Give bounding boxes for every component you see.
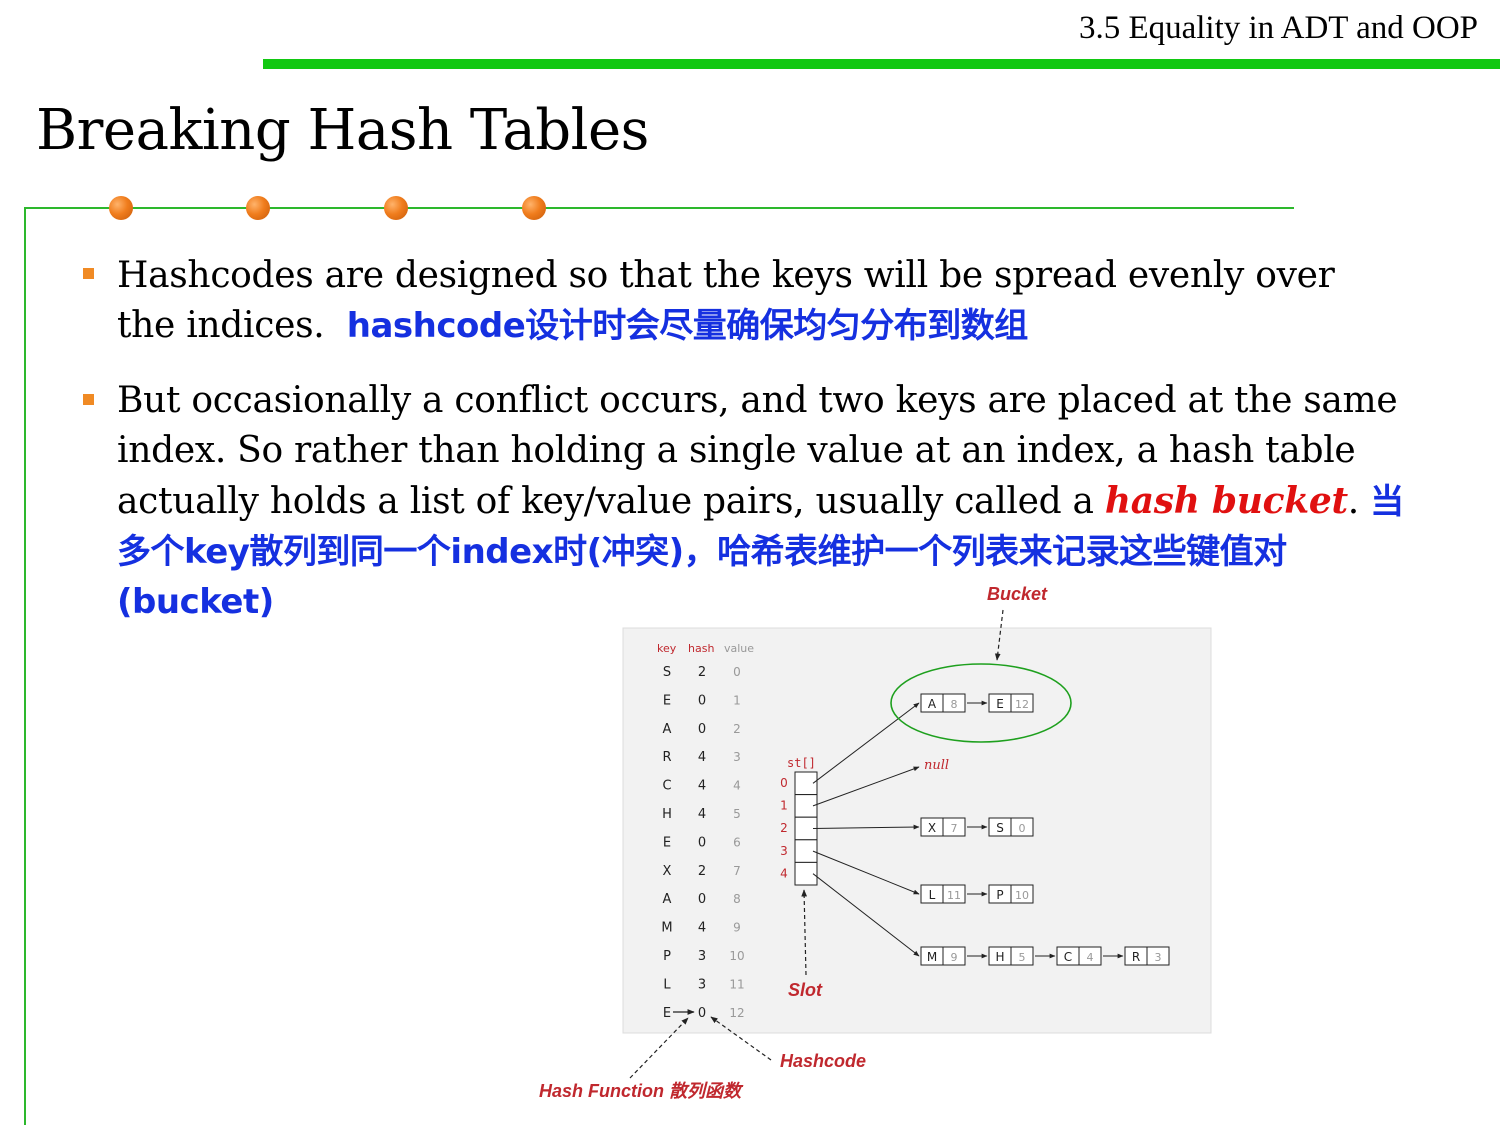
row-key: C: [662, 779, 671, 794]
chain-node-key-text: S: [996, 821, 1004, 835]
chain-node-value-text: 9: [951, 951, 958, 964]
row-value: 0: [733, 665, 741, 679]
diagram-panel: [622, 627, 1212, 1034]
chain-node-value-text: 12: [1015, 698, 1029, 711]
chain-node-key-text: A: [928, 697, 937, 711]
row-key: X: [663, 864, 672, 879]
row-value: 10: [729, 949, 744, 963]
row-key: R: [662, 750, 671, 765]
row-hash: 4: [698, 779, 706, 794]
row-value: 12: [729, 1006, 744, 1020]
slot-label: Slot: [788, 980, 823, 1000]
chain-node-value-text: 11: [947, 889, 961, 902]
chain-node-value-text: 3: [1155, 951, 1162, 964]
row-hash: 2: [698, 665, 706, 680]
array-label: st[]: [787, 756, 816, 770]
row-key: L: [663, 977, 671, 992]
chain-node-key-text: L: [929, 888, 936, 902]
chain-node-value-text: 4: [1087, 951, 1094, 964]
row-key: H: [662, 807, 672, 822]
row-value: 11: [729, 977, 744, 991]
slot-index: 1: [780, 799, 788, 813]
slot-index: 2: [780, 821, 788, 835]
chain-node-key-text: C: [1064, 950, 1072, 964]
hash-function-label: Hash Function 散列函数: [539, 1081, 744, 1101]
row-hash: 4: [698, 921, 706, 936]
chain-node-value-text: 8: [951, 698, 958, 711]
slot-index: 4: [780, 866, 788, 880]
row-key: E: [663, 835, 671, 850]
row-value: 1: [733, 693, 741, 707]
hashcode-label: Hashcode: [780, 1051, 866, 1071]
bucket-label: Bucket: [987, 584, 1048, 604]
hash-table-diagram: key hash value S 2 0 E 0 1 A 0 2 R 4 3 C 4 4 H 4 5 E 0 6 X 2 7 A…: [539, 584, 1212, 1101]
row-key: E: [663, 1006, 671, 1021]
row-value: 9: [733, 921, 741, 935]
table-headers: key hash value: [657, 642, 754, 655]
row-hash: 0: [698, 722, 706, 737]
row-value: 8: [733, 892, 741, 906]
chain-node-key-text: R: [1132, 950, 1140, 964]
row-key: M: [661, 921, 672, 936]
chain-node-key-text: M: [927, 950, 937, 964]
header-value: value: [724, 642, 754, 655]
row-value: 5: [733, 807, 741, 821]
row-hash: 3: [698, 949, 706, 964]
row-key: E: [663, 693, 671, 708]
row-value: 4: [733, 779, 741, 793]
row-value: 3: [733, 750, 741, 764]
slot-index: 3: [780, 844, 788, 858]
chain-node-key-text: X: [928, 821, 936, 835]
header-hash: hash: [688, 642, 714, 655]
chain-node-key-text: P: [996, 888, 1003, 902]
row-hash: 0: [698, 693, 706, 708]
row-hash: 4: [698, 750, 706, 765]
slot-index: 0: [780, 776, 788, 790]
row-hash: 0: [698, 835, 706, 850]
row-key: A: [663, 892, 672, 907]
chain-node-value-text: 5: [1019, 951, 1026, 964]
row-hash: 0: [698, 892, 706, 907]
row-hash: 4: [698, 807, 706, 822]
chain-node-value-text: 7: [951, 822, 958, 835]
chain-node-value-text: 0: [1019, 822, 1026, 835]
header-key: key: [657, 642, 677, 655]
null-label: null: [924, 758, 949, 773]
chain-node-key-text: H: [995, 950, 1004, 964]
row-value: 6: [733, 835, 741, 849]
row-key: A: [663, 722, 672, 737]
row-value: 7: [733, 864, 741, 878]
row-hash: 3: [698, 977, 706, 992]
row-hash: 2: [698, 864, 706, 879]
row-key: P: [663, 949, 671, 964]
row-hash: 0: [698, 1006, 706, 1021]
chain-node-key-text: E: [996, 697, 1004, 711]
row-value: 2: [733, 722, 741, 736]
row-key: S: [663, 665, 671, 680]
slot-array: 0 1 2 3 4: [780, 771, 818, 886]
chain-node-value-text: 10: [1015, 889, 1029, 902]
